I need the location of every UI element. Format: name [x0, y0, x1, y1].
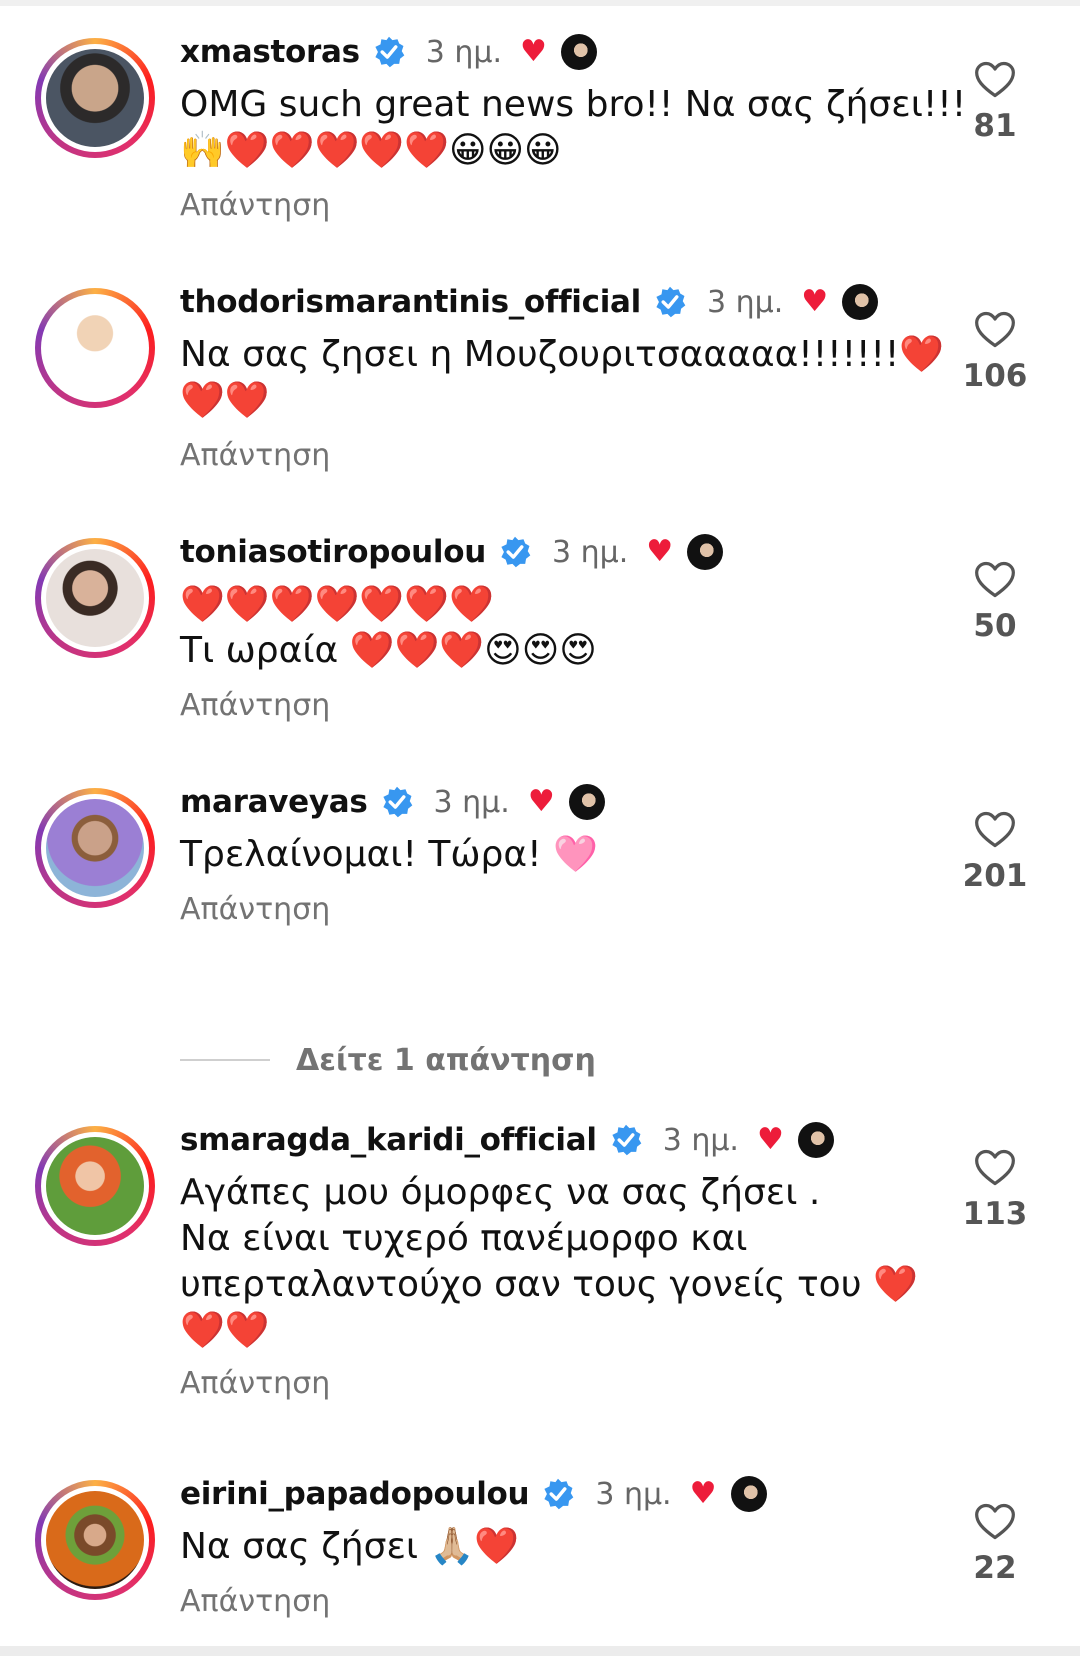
like-count: 81: [973, 108, 1017, 144]
comment-time: 3 ημ.: [662, 1122, 739, 1158]
comment-username[interactable]: xmastoras: [180, 34, 360, 70]
comment-time: 3 ημ.: [433, 784, 510, 820]
verified-badge-icon: [501, 536, 531, 568]
like-count: 113: [962, 1196, 1028, 1232]
comment-time: 3 ημ.: [425, 34, 503, 70]
creator-avatar-icon: [687, 534, 724, 570]
top-divider: [0, 0, 1080, 6]
comment-time: 3 ημ.: [595, 1476, 672, 1512]
comment-text: Να σας ζησει η Μουζουριτσααααα!!!!!!!❤️ …: [180, 334, 945, 421]
avatar[interactable]: [35, 1480, 155, 1600]
verified-badge-icon: [612, 1124, 642, 1156]
verified-badge-icon: [382, 786, 412, 818]
like-button[interactable]: 201: [960, 808, 1030, 894]
comment-username[interactable]: thodorismarantinis_official: [180, 284, 641, 320]
creator-liked-heart-icon: ♥: [756, 1122, 784, 1157]
creator-liked-heart-icon: ♥: [527, 784, 555, 819]
like-button[interactable]: 22: [960, 1500, 1030, 1586]
like-count: 50: [973, 608, 1017, 644]
view-replies-button[interactable]: Δείτε 1 απάντηση: [180, 1040, 596, 1080]
verified-badge-icon: [375, 36, 405, 68]
view-replies-line: [180, 1059, 270, 1061]
reply-button[interactable]: Απάντηση: [180, 892, 330, 927]
reply-button[interactable]: Απάντηση: [180, 1584, 330, 1619]
heart-outline-icon[interactable]: [973, 58, 1017, 102]
creator-avatar-icon: [730, 1476, 767, 1512]
comment-text: Τρελαίνομαι! Τώρα! 🩷: [180, 834, 598, 875]
avatar[interactable]: [35, 1126, 155, 1246]
heart-outline-icon[interactable]: [973, 558, 1017, 602]
verified-badge-icon: [656, 286, 686, 318]
comment-time: 3 ημ.: [706, 284, 784, 320]
creator-liked-heart-icon: ♥: [801, 284, 829, 319]
avatar[interactable]: [35, 538, 155, 658]
like-count: 201: [962, 858, 1028, 894]
reply-button[interactable]: Απάντηση: [180, 188, 330, 223]
reply-button[interactable]: Απάντηση: [180, 438, 330, 473]
comment-time: 3 ημ.: [551, 534, 629, 570]
avatar[interactable]: [35, 788, 155, 908]
reply-button[interactable]: Απάντηση: [180, 1366, 330, 1401]
comment-username[interactable]: maraveyas: [180, 784, 368, 820]
creator-avatar-icon: [560, 34, 597, 70]
creator-avatar-icon: [797, 1122, 834, 1158]
comment-text: Να σας ζήσει 🙏🏼❤️: [180, 1526, 520, 1567]
like-button[interactable]: 81: [960, 58, 1030, 144]
avatar[interactable]: [35, 288, 155, 408]
creator-liked-heart-icon: ♥: [520, 34, 547, 69]
like-count: 22: [973, 1550, 1017, 1586]
like-count: 106: [962, 358, 1028, 394]
verified-badge-icon: [544, 1478, 574, 1510]
reply-button[interactable]: Απάντηση: [180, 688, 330, 723]
comment-text: OMG such great news bro!! Να σας ζήσει!!…: [180, 84, 967, 171]
comment-username[interactable]: smaragda_karidi_official: [180, 1122, 597, 1158]
like-button[interactable]: 106: [960, 308, 1030, 394]
creator-avatar-icon: [568, 784, 605, 820]
heart-outline-icon[interactable]: [973, 1146, 1017, 1190]
like-button[interactable]: 50: [960, 558, 1030, 644]
bottom-divider: [0, 1646, 1080, 1656]
comment-text: Αγάπες μου όμορφες να σας ζήσει . Να είν…: [180, 1172, 918, 1351]
comment-text: ❤️❤️❤️❤️❤️❤️❤️ Τι ωραία ❤️❤️❤️😍😍😍: [180, 584, 597, 671]
avatar[interactable]: [35, 38, 155, 158]
comment-username[interactable]: toniasotiropoulou: [180, 534, 486, 570]
creator-liked-heart-icon: ♥: [646, 534, 674, 569]
heart-outline-icon[interactable]: [973, 1500, 1017, 1544]
heart-outline-icon[interactable]: [973, 808, 1017, 852]
creator-avatar-icon: [842, 284, 879, 320]
heart-outline-icon[interactable]: [973, 308, 1017, 352]
comment-username[interactable]: eirini_papadopoulou: [180, 1476, 530, 1512]
view-replies-label[interactable]: Δείτε 1 απάντηση: [296, 1043, 596, 1078]
like-button[interactable]: 113: [960, 1146, 1030, 1232]
creator-liked-heart-icon: ♥: [689, 1476, 717, 1511]
